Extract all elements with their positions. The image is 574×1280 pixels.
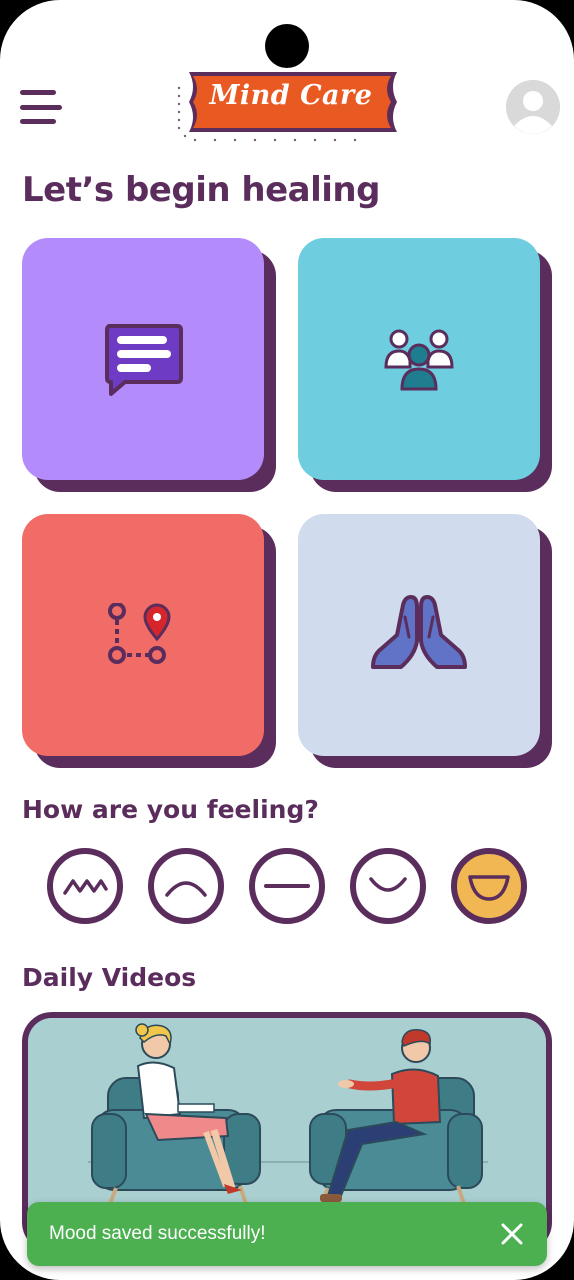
toast-notification: Mood saved successfully!: [27, 1202, 547, 1266]
camera-notch: [265, 24, 309, 68]
user-icon: [506, 80, 560, 134]
page-title: Let’s begin healing: [22, 170, 380, 210]
avatar[interactable]: [506, 80, 560, 134]
tile-journey[interactable]: [22, 514, 264, 756]
mood-option-5[interactable]: [451, 848, 527, 924]
happy-mood-icon: [468, 875, 510, 901]
close-icon[interactable]: [499, 1221, 525, 1247]
menu-icon[interactable]: [20, 90, 62, 124]
phone-screen: Mind Care Let’s begin healing How are yo…: [0, 0, 574, 1280]
tile-pray[interactable]: [298, 514, 540, 756]
zigzag-mood-icon: [63, 879, 108, 895]
app-logo: Mind Care: [175, 66, 407, 146]
chat-icon: [105, 324, 183, 396]
toast-message: Mood saved successfully!: [49, 1223, 266, 1244]
group-icon: [384, 329, 454, 391]
route-icon: [108, 603, 171, 664]
mood-section-title: How are you feeling?: [22, 795, 319, 824]
praying-hands-icon: [371, 595, 467, 669]
mood-option-3[interactable]: [249, 848, 325, 924]
smile-mood-icon: [369, 877, 407, 892]
videos-section-title: Daily Videos: [22, 963, 197, 992]
tile-group[interactable]: [298, 238, 540, 480]
tile-chat[interactable]: [22, 238, 264, 480]
mood-option-1[interactable]: [47, 848, 123, 924]
sad-mood-icon: [165, 881, 207, 897]
neutral-mood-icon: [264, 884, 310, 888]
mood-option-4[interactable]: [350, 848, 426, 924]
logo-text: Mind Care: [209, 80, 373, 111]
mood-option-2[interactable]: [148, 848, 224, 924]
